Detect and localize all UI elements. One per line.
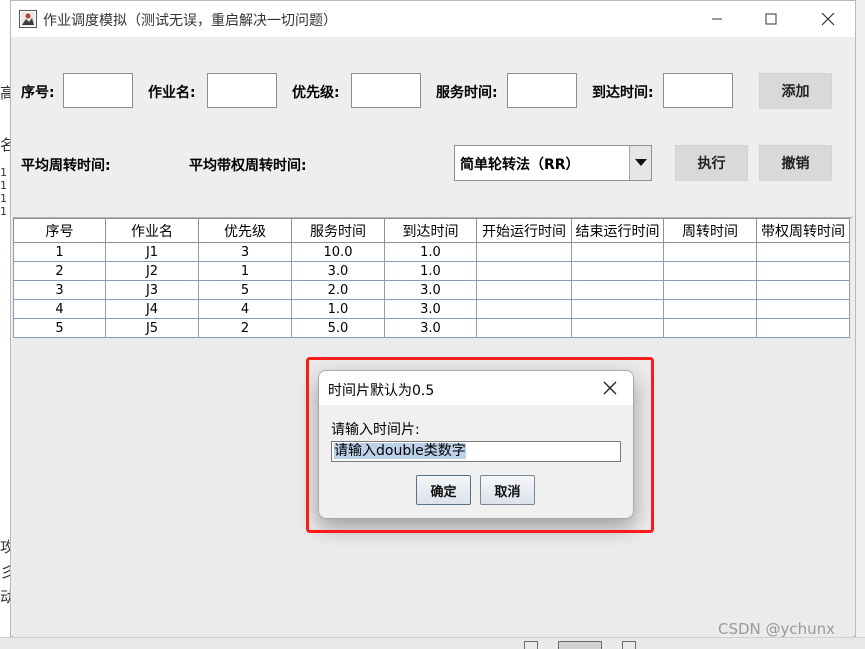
cell-service-time[interactable]: 2.0	[291, 280, 385, 300]
column-header-arrival-time[interactable]: 到达时间	[384, 218, 477, 243]
maximize-icon	[765, 13, 777, 25]
minimize-icon	[712, 18, 722, 20]
cell-arrival-time[interactable]: 3.0	[384, 299, 477, 319]
cell-service-time[interactable]: 5.0	[291, 318, 385, 338]
algorithm-select[interactable]: 简单轮转法（RR）	[454, 145, 652, 181]
cell-id[interactable]: 3	[13, 280, 106, 300]
cell-end-time[interactable]	[571, 280, 664, 300]
cell-turnaround[interactable]	[663, 242, 757, 262]
cell-priority[interactable]: 2	[198, 318, 292, 338]
cell-weighted-turnaround[interactable]	[756, 261, 850, 281]
cell-arrival-time[interactable]: 3.0	[384, 318, 477, 338]
cell-service-time[interactable]: 10.0	[291, 242, 385, 262]
name-label: 作业名:	[148, 85, 196, 101]
cell-priority[interactable]: 5	[198, 280, 292, 300]
taskbar-icon	[524, 641, 538, 649]
watermark: CSDN @ychunx	[718, 620, 836, 638]
algorithm-selected-value: 简单轮转法（RR）	[460, 157, 580, 173]
table-row[interactable]: 2 J2 1 3.0 1.0	[13, 261, 850, 281]
background-taskbar	[0, 637, 865, 649]
column-header-end-time[interactable]: 结束运行时间	[571, 218, 664, 243]
cell-turnaround[interactable]	[663, 318, 757, 338]
cell-name[interactable]: J2	[105, 261, 199, 281]
cell-start-time[interactable]	[476, 261, 572, 281]
cell-start-time[interactable]	[476, 242, 572, 262]
avg-turnaround-label: 平均周转时间:	[21, 158, 111, 174]
main-window: 作业调度模拟（测试无误，重启解决一切问题） 序号: 作业名: 优先级: 服务时间…	[10, 0, 856, 637]
window-title: 作业调度模拟（测试无误，重启解决一切问题）	[43, 13, 337, 29]
id-label: 序号:	[21, 85, 55, 101]
cell-weighted-turnaround[interactable]	[756, 242, 850, 262]
cell-start-time[interactable]	[476, 280, 572, 300]
dropdown-arrow[interactable]	[629, 146, 651, 180]
cell-turnaround[interactable]	[663, 280, 757, 300]
cell-end-time[interactable]	[571, 242, 664, 262]
table-row[interactable]: 1 J1 3 10.0 1.0	[13, 242, 850, 262]
cell-name[interactable]: J3	[105, 280, 199, 300]
cell-arrival-time[interactable]: 1.0	[384, 261, 477, 281]
minimize-button[interactable]	[694, 1, 740, 37]
column-header-weighted-turnaround[interactable]: 带权周转时间	[756, 218, 850, 243]
table-row[interactable]: 3 J3 5 2.0 3.0	[13, 280, 850, 300]
maximize-button[interactable]	[748, 1, 794, 37]
service-time-label: 服务时间:	[436, 85, 498, 101]
close-window-button[interactable]	[805, 1, 851, 37]
undo-button[interactable]: 撤销	[759, 145, 832, 181]
cell-priority[interactable]: 1	[198, 261, 292, 281]
cell-id[interactable]: 4	[13, 299, 106, 319]
cell-end-time[interactable]	[571, 318, 664, 338]
cell-turnaround[interactable]	[663, 261, 757, 281]
add-button[interactable]: 添加	[759, 73, 832, 109]
cell-id[interactable]: 2	[13, 261, 106, 281]
service-time-input[interactable]	[507, 73, 577, 108]
cell-priority[interactable]: 4	[198, 299, 292, 319]
cell-name[interactable]: J5	[105, 318, 199, 338]
column-header-service-time[interactable]: 服务时间	[291, 218, 385, 243]
cell-weighted-turnaround[interactable]	[756, 280, 850, 300]
taskbar-icon	[558, 641, 602, 649]
cell-id[interactable]: 5	[13, 318, 106, 338]
cell-end-time[interactable]	[571, 261, 664, 281]
execute-button[interactable]: 执行	[675, 145, 748, 181]
title-bar: 作业调度模拟（测试无误，重启解决一切问题）	[11, 1, 855, 37]
close-icon	[821, 12, 835, 26]
cell-weighted-turnaround[interactable]	[756, 299, 850, 319]
avg-weighted-turnaround-label: 平均带权周转时间:	[189, 158, 307, 174]
taskbar-icon	[622, 641, 636, 649]
id-input[interactable]	[63, 73, 133, 108]
column-header-id[interactable]: 序号	[13, 218, 106, 243]
highlight-box	[306, 357, 654, 533]
cell-turnaround[interactable]	[663, 299, 757, 319]
cell-start-time[interactable]	[476, 299, 572, 319]
cell-weighted-turnaround[interactable]	[756, 318, 850, 338]
arrival-time-input[interactable]	[663, 73, 733, 108]
cell-arrival-time[interactable]: 3.0	[384, 280, 477, 300]
column-header-priority[interactable]: 优先级	[198, 218, 292, 243]
table-header-row: 序号 作业名 优先级 服务时间 到达时间 开始运行时间 结束运行时间 周转时间 …	[13, 218, 850, 243]
cell-name[interactable]: J1	[105, 242, 199, 262]
table-row[interactable]: 4 J4 4 1.0 3.0	[13, 299, 850, 319]
priority-input[interactable]	[351, 73, 421, 108]
table-body: 1 J1 3 10.0 1.0 2 J2 1 3.0 1.0 3 J3 5 2.0 3.0 4 J4 4 1.0 3.…	[13, 242, 850, 338]
chevron-down-icon	[634, 159, 647, 166]
column-header-name[interactable]: 作业名	[105, 218, 199, 243]
table-row[interactable]: 5 J5 2 5.0 3.0	[13, 318, 850, 338]
cell-service-time[interactable]: 3.0	[291, 261, 385, 281]
cell-end-time[interactable]	[571, 299, 664, 319]
cell-service-time[interactable]: 1.0	[291, 299, 385, 319]
cell-priority[interactable]: 3	[198, 242, 292, 262]
arrival-time-label: 到达时间:	[592, 85, 654, 101]
java-app-icon	[19, 10, 37, 28]
cell-start-time[interactable]	[476, 318, 572, 338]
priority-label: 优先级:	[292, 85, 340, 101]
cell-arrival-time[interactable]: 1.0	[384, 242, 477, 262]
column-header-turnaround[interactable]: 周转时间	[663, 218, 757, 243]
cell-id[interactable]: 1	[13, 242, 106, 262]
job-table: 序号 作业名 优先级 服务时间 到达时间 开始运行时间 结束运行时间 周转时间 …	[13, 218, 850, 338]
cell-name[interactable]: J4	[105, 299, 199, 319]
column-header-start-time[interactable]: 开始运行时间	[476, 218, 572, 243]
name-input[interactable]	[207, 73, 277, 108]
